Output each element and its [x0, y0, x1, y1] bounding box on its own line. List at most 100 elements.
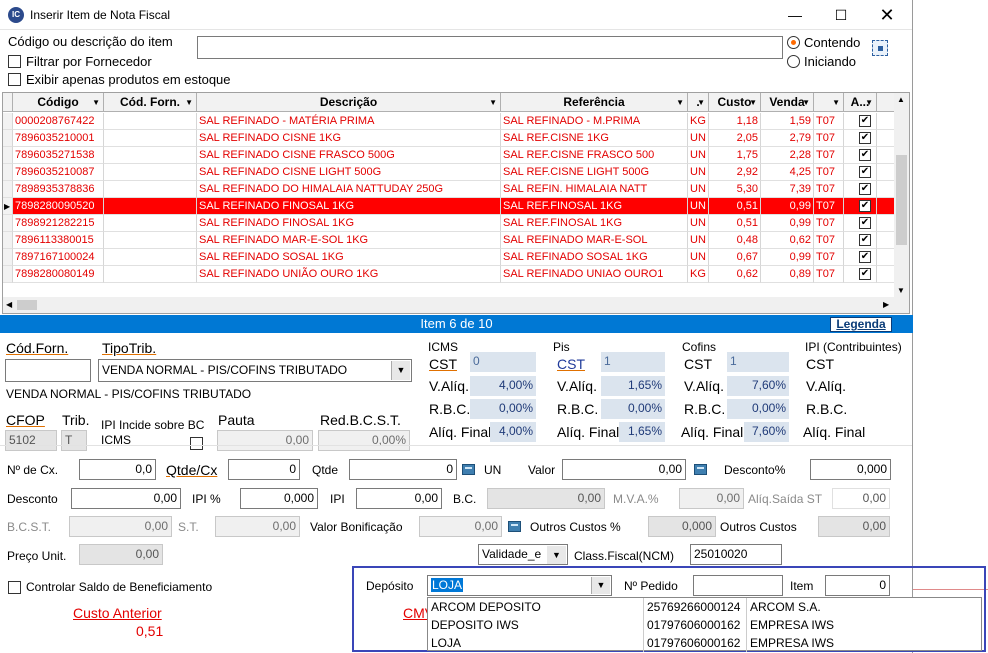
dropdown-option[interactable]: ARCOM DEPOSITO 25769266000124 ARCOM S.A. [428, 598, 981, 616]
valor-input[interactable]: 0,00 [562, 459, 686, 480]
grid-header-ativo[interactable]: A... ▼ [844, 93, 877, 112]
cod-forn-input[interactable] [5, 359, 91, 382]
table-row[interactable]: 7898935378836 SAL REFINADO DO HIMALAIA NA… [3, 181, 896, 198]
class-fiscal-input[interactable]: 25010020 [690, 544, 782, 565]
grid-header-cod-forn[interactable]: Cód. Forn. ▼ [104, 93, 197, 112]
chevron-down-icon[interactable]: ▼ [391, 361, 410, 380]
pis-aliq-final-input[interactable]: 1,65% [619, 422, 665, 442]
table-row[interactable]: 7896035210001 SAL REFINADO CISNE 1KG SAL R… [3, 130, 896, 147]
tipo-trib-select[interactable]: VENDA NORMAL - PIS/COFINS TRIBUTADO [98, 359, 412, 382]
ipi-incide-checkbox[interactable] [190, 437, 203, 450]
cofins-rbc-input[interactable]: 0,00% [727, 399, 789, 419]
chevron-down-icon[interactable]: ▼ [547, 546, 566, 564]
deposito-select[interactable]: LOJA [427, 575, 612, 596]
table-row[interactable]: 0000208767422 SAL REFINADO - MATÉRIA PRIM… [3, 113, 896, 130]
bc-input[interactable]: 0,00 [487, 488, 605, 509]
scroll-left-icon[interactable]: ◀ [6, 300, 12, 309]
cofins-aliq-final-input[interactable]: 7,60% [744, 422, 789, 442]
items-grid[interactable]: Código ▼ Cód. Forn. ▼ Descrição ▼ Referênci… [2, 92, 910, 314]
table-row[interactable]: ▶ 7898280090520 SAL REFINADO FINOSAL 1KG SA… [3, 198, 896, 215]
grid-horizontal-scroll-thumb[interactable] [17, 300, 37, 310]
calculator-icon[interactable] [508, 521, 521, 532]
item-input[interactable]: 0 [825, 575, 890, 596]
controlar-saldo-checkbox[interactable] [8, 581, 21, 594]
maximize-icon[interactable]: ☐ [818, 0, 864, 30]
grid-header-referencia[interactable]: Referência ▼ [501, 93, 688, 112]
grid-header-descricao[interactable]: Descrição ▼ [197, 93, 501, 112]
scroll-right-icon[interactable]: ▶ [883, 300, 889, 309]
active-checkbox[interactable]: ✔ [859, 132, 871, 144]
calculator-icon[interactable] [694, 464, 707, 475]
pauta-input[interactable]: 0,00 [217, 430, 313, 451]
active-checkbox[interactable]: ✔ [859, 200, 871, 212]
active-checkbox[interactable]: ✔ [859, 234, 871, 246]
grid-header-custo[interactable]: Custo ▼ [709, 93, 761, 112]
table-row[interactable]: 7896113380015 SAL REFINADO MAR-E-SOL 1KG S… [3, 232, 896, 249]
deposito-dropdown-list[interactable]: ARCOM DEPOSITO 25769266000124 ARCOM S.A.… [427, 597, 982, 652]
scroll-up-icon[interactable]: ▲ [897, 95, 905, 104]
ipi-input[interactable]: 0,00 [356, 488, 442, 509]
only-stock-checkbox[interactable] [8, 73, 21, 86]
grid-header-trib[interactable]: ▼ [814, 93, 844, 112]
table-row[interactable]: 7897167100024 SAL REFINADO SOSAL 1KG SAL R… [3, 249, 896, 266]
cofins-valiq-input[interactable]: 7,60% [727, 376, 789, 396]
active-checkbox[interactable]: ✔ [859, 166, 871, 178]
search-tool-icon[interactable] [872, 40, 888, 56]
active-checkbox[interactable]: ✔ [859, 115, 871, 127]
mode-contains-radio[interactable] [787, 36, 800, 49]
outros-custos-pct-input[interactable]: 0,000 [648, 516, 716, 537]
icms-valiq-input[interactable]: 4,00% [470, 376, 536, 396]
active-checkbox[interactable]: ✔ [859, 183, 871, 195]
table-row[interactable]: 7896035271538 SAL REFINADO CISNE FRASCO 5… [3, 147, 896, 164]
preco-unit-input[interactable]: 0,00 [79, 544, 163, 565]
grid-vertical-scroll-thumb[interactable] [896, 155, 907, 245]
table-row[interactable]: 7898280080149 SAL REFINADO UNIÃO OURO 1KG… [3, 266, 896, 283]
desconto-input[interactable]: 0,00 [71, 488, 181, 509]
pedido-input[interactable] [693, 575, 783, 596]
grid-header-venda[interactable]: Venda ▼ [761, 93, 814, 112]
search-input[interactable] [197, 36, 783, 59]
cofins-cst-input[interactable]: 1 [727, 352, 789, 372]
filter-supplier-checkbox[interactable] [8, 55, 21, 68]
active-checkbox[interactable]: ✔ [859, 268, 871, 280]
grid-header-un[interactable]: . ▼ [688, 93, 709, 112]
active-checkbox[interactable]: ✔ [859, 251, 871, 263]
icms-cst-input[interactable]: 0 [470, 352, 536, 372]
desconto-pct-input[interactable]: 0,000 [810, 459, 891, 480]
pis-valiq-input[interactable]: 1,65% [601, 376, 665, 396]
st-input[interactable]: 0,00 [215, 516, 300, 537]
icms-rbc-input[interactable]: 0,00% [470, 399, 536, 419]
qtde-cx-input[interactable]: 0 [228, 459, 300, 480]
mode-starts-radio[interactable] [787, 55, 800, 68]
qtde-input[interactable]: 0 [349, 459, 457, 480]
table-row[interactable]: 7896035210087 SAL REFINADO CISNE LIGHT 50… [3, 164, 896, 181]
bcst-input[interactable]: 0,00 [69, 516, 172, 537]
aliq-saida-st-input[interactable]: 0,00 [832, 488, 890, 509]
dropdown-option[interactable]: LOJA 01797606000162 EMPRESA IWS [428, 634, 981, 652]
minimize-icon[interactable]: — [772, 0, 818, 30]
red-bcst-input[interactable]: 0,00% [318, 430, 410, 451]
active-checkbox[interactable]: ✔ [859, 217, 871, 229]
mva-input[interactable]: 0,00 [679, 488, 744, 509]
table-row[interactable]: 7898921282215 SAL REFINADO FINOSAL 1KG SAL… [3, 215, 896, 232]
active-checkbox[interactable]: ✔ [859, 149, 871, 161]
close-icon[interactable]: ✕ [864, 0, 910, 30]
pis-rbc-input[interactable]: 0,00% [601, 399, 665, 419]
cell-t: T07 [814, 266, 844, 283]
grid-horizontal-scrollbar[interactable]: ◀ ▶ [3, 297, 909, 313]
chevron-down-icon[interactable]: ▼ [591, 577, 610, 594]
n-cx-input[interactable]: 0,0 [79, 459, 156, 480]
ipi-pct-input[interactable]: 0,000 [240, 488, 318, 509]
grid-vertical-scrollbar[interactable]: ▲ ▼ [894, 93, 909, 298]
valor-bonif-input[interactable]: 0,00 [419, 516, 502, 537]
outros-custos-input[interactable]: 0,00 [818, 516, 890, 537]
legend-button[interactable]: Legenda [830, 317, 892, 332]
scroll-down-icon[interactable]: ▼ [897, 286, 905, 295]
icms-aliq-final-input[interactable]: 4,00% [490, 422, 536, 442]
cfop-input[interactable]: 5102 [5, 430, 57, 451]
calculator-icon[interactable] [462, 464, 475, 475]
dropdown-option[interactable]: DEPOSITO IWS 01797606000162 EMPRESA IWS [428, 616, 981, 634]
trib-input[interactable]: T [61, 430, 87, 451]
pis-cst-input[interactable]: 1 [601, 352, 665, 372]
grid-header-codigo[interactable]: Código ▼ [13, 93, 104, 112]
